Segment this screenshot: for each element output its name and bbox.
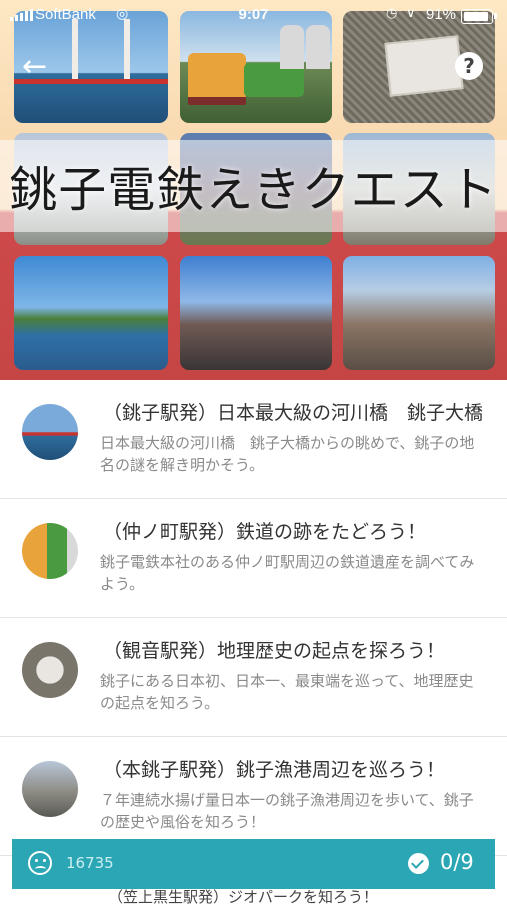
back-arrow-icon[interactable]: ← — [22, 52, 56, 86]
quest-thumbnail — [22, 404, 78, 460]
quest-item[interactable]: （銚子駅発）日本最大級の河川橋 銚子大橋 日本最大級の河川橋 銚子大橋からの眺め… — [0, 380, 507, 499]
help-icon[interactable]: ? — [455, 52, 483, 80]
photo-coast — [14, 256, 168, 370]
quest-title: （銚子駅発）日本最大級の河川橋 銚子大橋 — [103, 402, 484, 424]
quest-list: （銚子駅発）日本最大級の河川橋 銚子大橋 日本最大級の河川橋 銚子大橋からの眺め… — [0, 380, 507, 856]
train-orange — [188, 53, 246, 105]
alarm-icon: ◷ — [386, 5, 398, 20]
quest-title: （観音駅発）地理歴史の起点を探ろう！ — [103, 640, 446, 662]
battery-percent: 91% — [426, 6, 457, 23]
quest-description: 日本最大級の河川橋 銚子大橋からの眺めで、銚子の地名の謎を解き明かそう。 — [100, 434, 475, 474]
battery-fill — [464, 12, 488, 21]
status-bar: SoftBank ◎ 9:07 ◷ ∨ 91% — [0, 0, 507, 30]
quest-thumbnail — [22, 642, 78, 698]
storage-tank — [306, 25, 330, 69]
quest-item[interactable]: （仲ノ町駅発）鉄道の跡をたどろう！ 銚子電鉄本社のある仲ノ町駅周辺の鉄道遺産を調… — [0, 499, 507, 618]
sad-face-icon — [28, 851, 52, 875]
quest-thumbnail — [22, 761, 78, 817]
quest-description: ７年連続水揚げ量日本一の銚子漁港周辺を歩いて、銚子の歴史や風俗を知ろう！ — [100, 791, 474, 831]
quest-description: 銚子電鉄本社のある仲ノ町駅周辺の鉄道遺産を調べてみよう。 — [100, 553, 475, 593]
check-circle-icon — [408, 853, 429, 874]
photo-alley — [343, 256, 495, 370]
next-quest-title[interactable]: （笠上黒生駅発）ジオパークを知ろう！ — [108, 886, 378, 907]
score-value: 16735 — [66, 854, 114, 872]
stone-plaque — [384, 35, 464, 97]
hero-banner: 銚子電鉄えきクエスト ← ? — [0, 0, 507, 380]
app-title: 銚子電鉄えきクエスト — [9, 162, 498, 218]
storage-tank — [280, 25, 304, 69]
battery-icon — [461, 9, 497, 24]
score-bar: 16735 0/9 — [12, 839, 495, 889]
quest-item[interactable]: （観音駅発）地理歴史の起点を探ろう！ 銚子にある日本初、日本一、最東端を巡って、… — [0, 618, 507, 737]
photo-crowd — [180, 256, 332, 370]
quest-title: （本銚子駅発）銚子漁港周辺を巡ろう！ — [103, 759, 446, 781]
quest-thumbnail — [22, 523, 78, 579]
progress-count: 0/9 — [440, 850, 474, 874]
quest-description: 銚子にある日本初、日本一、最東端を巡って、地理歴史の起点を知ろう。 — [100, 672, 474, 712]
bluetooth-icon: ∨ — [406, 5, 416, 20]
quest-title: （仲ノ町駅発）鉄道の跡をたどろう！ — [103, 521, 427, 543]
